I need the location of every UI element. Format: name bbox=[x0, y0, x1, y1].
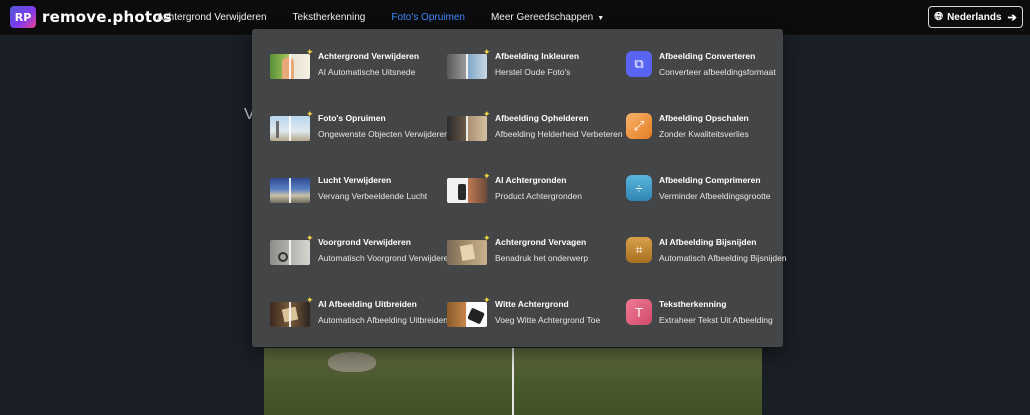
logo[interactable]: RP remove.photos bbox=[10, 6, 172, 28]
text-recognition-icon: T bbox=[626, 299, 652, 325]
menu-item-subtitle: AI Automatische Uitsnede bbox=[318, 67, 416, 77]
menu-item-title: Afbeelding Inkleuren bbox=[495, 51, 580, 61]
menu-item-afbeelding-ophelderen[interactable]: ✦ Afbeelding Ophelderen Afbeelding Helde… bbox=[447, 109, 623, 149]
sparkle-icon: ✦ bbox=[483, 47, 491, 57]
menu-item-subtitle: Converteer afbeeldingsformaat bbox=[659, 67, 776, 77]
crop-icon: ⌗ bbox=[626, 237, 652, 263]
menu-item-title: Achtergrond Verwijderen bbox=[318, 51, 420, 61]
nav-link-meer-label: Meer Gereedschappen bbox=[490, 12, 594, 23]
logo-text: remove.photos bbox=[42, 8, 172, 26]
menu-item-title: AI Achtergronden bbox=[495, 175, 567, 185]
menu-item-afbeelding-converteren[interactable]: ⧉ Afbeelding Converteren Converteer afbe… bbox=[624, 51, 799, 87]
menu-item-lucht-verwijderen[interactable]: Lucht Verwijderen Vervang Verbeeldende L… bbox=[270, 175, 445, 211]
menu-item-title: Afbeelding Ophelderen bbox=[495, 113, 589, 123]
sparkle-icon: ✦ bbox=[306, 233, 314, 243]
convert-icon: ⧉ bbox=[626, 51, 652, 77]
menu-item-afbeelding-comprimeren[interactable]: ÷ Afbeelding Comprimeren Verminder Afbee… bbox=[624, 175, 799, 211]
menu-item-title: Lucht Verwijderen bbox=[318, 175, 392, 185]
menu-item-ai-achtergronden[interactable]: ✦ AI Achtergronden Product Achtergronden bbox=[447, 171, 622, 211]
menu-item-witte-achtergrond[interactable]: ✦ Witte Achtergrond Voeg Witte Achtergro… bbox=[447, 295, 622, 335]
arrow-right-icon: ➔ bbox=[1007, 11, 1017, 24]
menu-item-title: Voorgrond Verwijderen bbox=[318, 237, 411, 247]
menu-item-subtitle: Ongewenste Objecten Verwijderen bbox=[318, 129, 449, 139]
menu-item-afbeelding-inkleuren[interactable]: ✦ Afbeelding Inkleuren Herstel Oude Foto… bbox=[447, 47, 622, 87]
menu-item-subtitle: Vervang Verbeeldende Lucht bbox=[318, 191, 428, 201]
menu-item-ai-afbeelding-bijsnijden[interactable]: ⌗ AI Afbeelding Bijsnijden Automatisch A… bbox=[624, 237, 799, 273]
menu-item-subtitle: Benadruk het onderwerp bbox=[495, 253, 589, 263]
thumb-image-expand bbox=[270, 302, 310, 327]
sparkle-icon: ✦ bbox=[483, 233, 491, 243]
thumb-blur-background bbox=[447, 240, 487, 265]
nav-link-achtergrond-verwijderen[interactable]: Achtergrond Verwijderen bbox=[157, 12, 267, 23]
menu-item-afbeelding-opschalen[interactable]: ⤢ Afbeelding Opschalen Zonder Kwaliteits… bbox=[624, 113, 799, 149]
thumb-white-background bbox=[447, 302, 487, 327]
menu-item-achtergrond-vervagen[interactable]: ✦ Achtergrond Vervagen Benadruk het onde… bbox=[447, 233, 622, 273]
menu-item-subtitle: Automatisch Afbeelding Uitbreiden bbox=[318, 315, 448, 325]
menu-item-ai-afbeelding-uitbreiden[interactable]: ✦ AI Afbeelding Uitbreiden Automatisch A… bbox=[270, 295, 448, 335]
logo-mark: RP bbox=[10, 6, 36, 28]
thumb-foreground-remove bbox=[270, 240, 310, 265]
sparkle-icon: ✦ bbox=[306, 47, 314, 57]
hero-demo-image bbox=[264, 348, 762, 415]
compress-icon: ÷ bbox=[626, 175, 652, 201]
menu-item-voorgrond-verwijderen[interactable]: ✦ Voorgrond Verwijderen Automatisch Voor… bbox=[270, 233, 453, 273]
menu-item-subtitle: Voeg Witte Achtergrond Toe bbox=[495, 315, 601, 325]
rock-shape bbox=[328, 352, 376, 372]
nav-link-tekstherkenning[interactable]: Tekstherkenning bbox=[293, 12, 366, 23]
menu-item-title: AI Afbeelding Bijsnijden bbox=[659, 237, 757, 247]
menu-item-subtitle: Extraheer Tekst Uit Afbeelding bbox=[659, 315, 773, 325]
thumb-brighten bbox=[447, 116, 487, 141]
menu-item-subtitle: Zonder Kwaliteitsverlies bbox=[659, 129, 749, 139]
sparkle-icon: ✦ bbox=[483, 171, 491, 181]
menu-item-title: Witte Achtergrond bbox=[495, 299, 569, 309]
menu-item-achtergrond-verwijderen[interactable]: ✦ Achtergrond Verwijderen AI Automatisch… bbox=[270, 47, 445, 87]
sparkle-icon: ✦ bbox=[483, 295, 491, 305]
before-after-divider[interactable] bbox=[512, 348, 514, 415]
menu-item-title: Achtergrond Vervagen bbox=[495, 237, 587, 247]
menu-item-tekstherkenning[interactable]: T Tekstherkenning Extraheer Tekst Uit Af… bbox=[624, 299, 799, 335]
language-button[interactable]: 🌐︎ Nederlands ➔ bbox=[928, 6, 1023, 28]
thumb-colorize bbox=[447, 54, 487, 79]
sparkle-icon: ✦ bbox=[483, 109, 491, 119]
caret-down-icon: ▼ bbox=[597, 15, 605, 22]
sparkle-icon: ✦ bbox=[306, 109, 314, 119]
menu-item-subtitle: Afbeelding Helderheid Verbeteren bbox=[495, 129, 623, 139]
upscale-icon: ⤢ bbox=[626, 113, 652, 139]
globe-icon: 🌐︎ bbox=[934, 10, 944, 23]
sparkle-icon: ✦ bbox=[306, 295, 314, 305]
nav-link-meer-gereedschappen[interactable]: Meer Gereedschappen ▼ bbox=[491, 12, 604, 23]
menu-item-title: Afbeelding Opschalen bbox=[659, 113, 749, 123]
thumb-sky-replace bbox=[270, 178, 310, 203]
menu-item-subtitle: Verminder Afbeeldingsgrootte bbox=[659, 191, 771, 201]
menu-item-subtitle: Automatisch Afbeelding Bijsnijden bbox=[659, 253, 787, 263]
thumb-remove-background bbox=[270, 54, 310, 79]
menu-item-title: Afbeelding Converteren bbox=[659, 51, 756, 61]
menu-item-subtitle: Herstel Oude Foto's bbox=[495, 67, 571, 77]
menu-item-subtitle: Automatisch Voorgrond Verwijderen bbox=[318, 253, 454, 263]
menu-item-title: Afbeelding Comprimeren bbox=[659, 175, 761, 185]
thumb-cleanup bbox=[270, 116, 310, 141]
menu-item-title: Foto's Opruimen bbox=[318, 113, 386, 123]
menu-item-title: AI Afbeelding Uitbreiden bbox=[318, 299, 417, 309]
thumb-ai-backgrounds bbox=[447, 178, 487, 203]
language-label: Nederlands bbox=[947, 11, 1002, 23]
menu-item-fotos-opruimen[interactable]: ✦ Foto's Opruimen Ongewenste Objecten Ve… bbox=[270, 109, 449, 149]
menu-item-subtitle: Product Achtergronden bbox=[495, 191, 582, 201]
nav-link-fotos-opruimen[interactable]: Foto's Opruimen bbox=[391, 12, 465, 23]
tools-mega-menu: ✦ Achtergrond Verwijderen AI Automatisch… bbox=[252, 29, 787, 347]
menu-item-title: Tekstherkenning bbox=[659, 299, 727, 309]
